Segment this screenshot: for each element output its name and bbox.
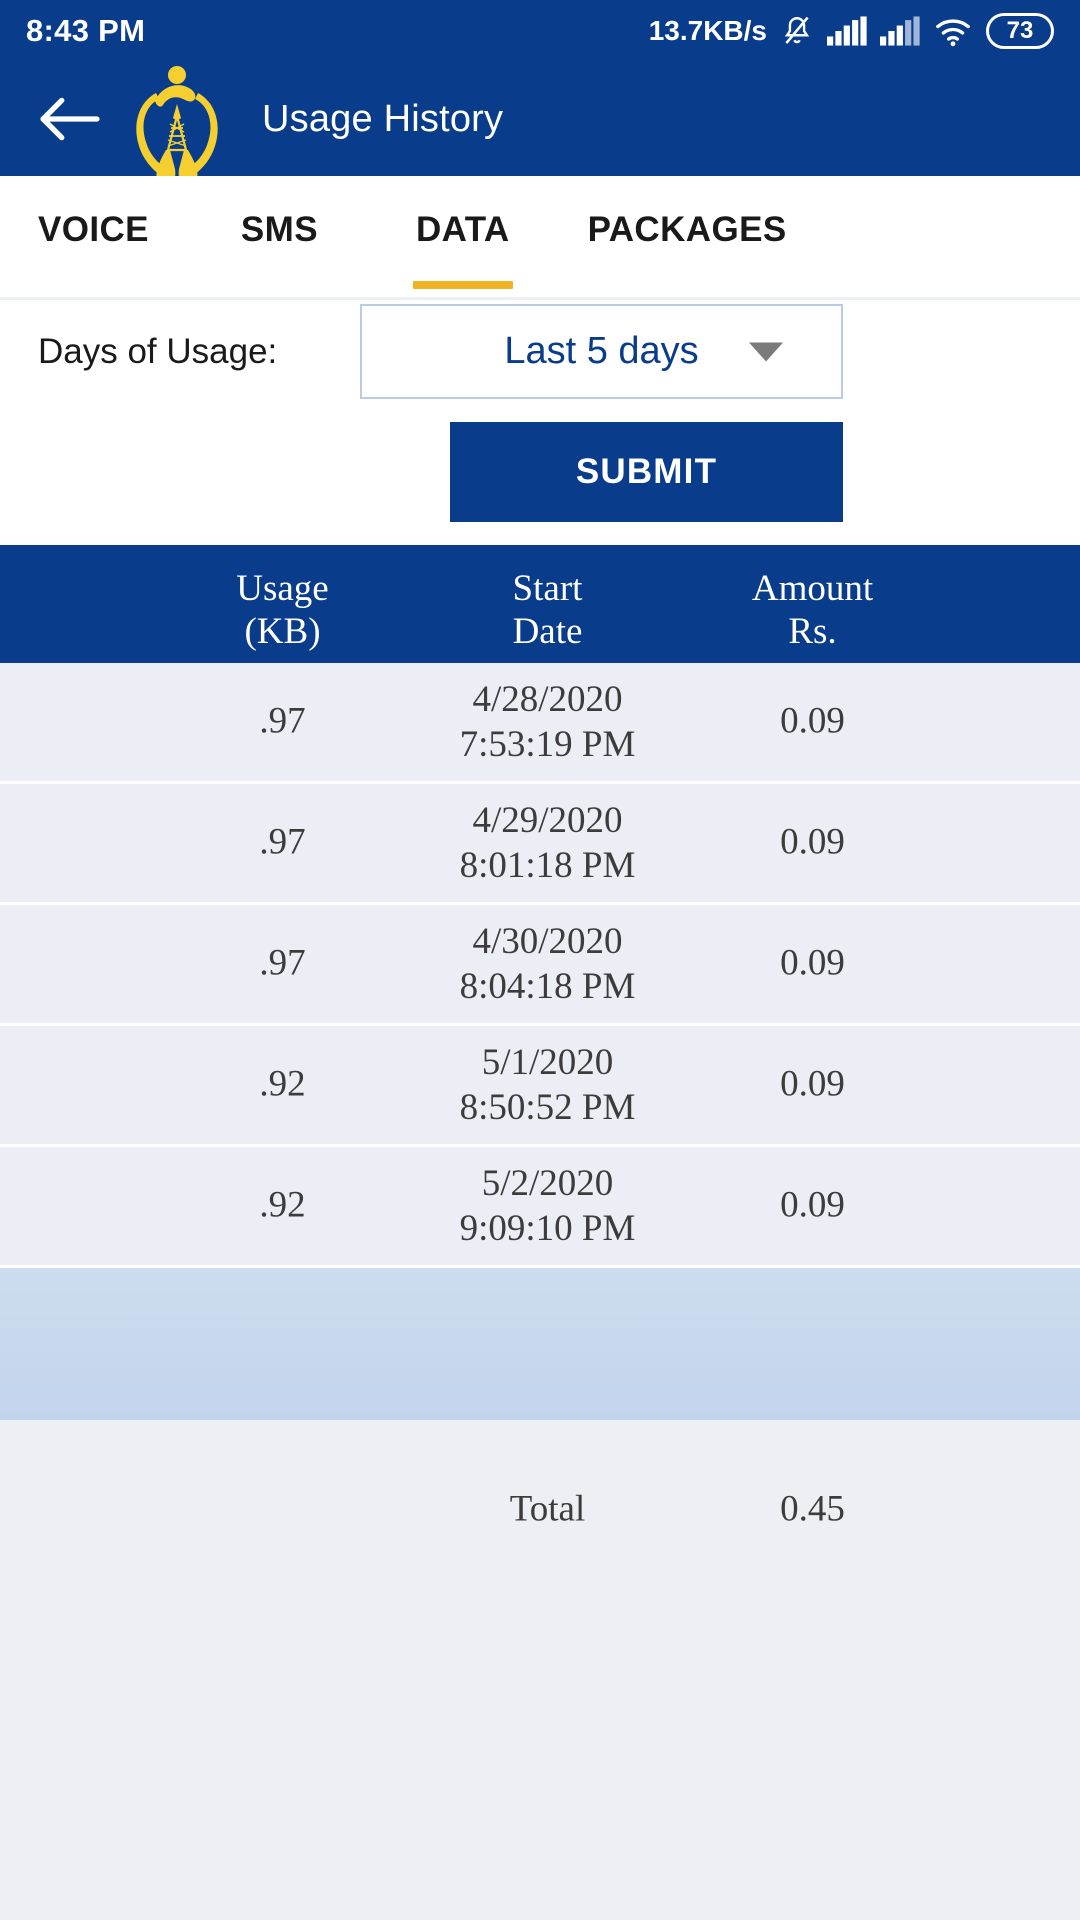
submit-row: SUBMIT [0, 403, 1080, 545]
cell-amount: 0.09 [780, 942, 845, 984]
days-of-usage-select[interactable]: Last 5 days [360, 304, 843, 399]
app-bar: Usage History [0, 62, 1080, 193]
table-row[interactable]: .92 5/1/2020 8:50:52 PM 0.09 [0, 1026, 1080, 1147]
signal-sim1-icon [827, 16, 867, 46]
page-title: Usage History [262, 97, 504, 140]
column-header-usage: Usage (KB) [236, 568, 329, 652]
status-bar-icons: 13.7KB/s 73 [649, 13, 1054, 49]
cell-amount: 0.09 [780, 700, 845, 742]
cell-start-date: 4/28/2020 7:53:19 PM [459, 678, 636, 765]
cell-start-date: 5/2/2020 9:09:10 PM [459, 1162, 636, 1249]
tab-bar: VOICE SMS DATA PACKAGES [0, 176, 1080, 297]
signal-sim2-icon [880, 16, 920, 46]
tab-sms[interactable]: SMS [241, 176, 318, 297]
cell-usage: .97 [259, 942, 306, 984]
cell-start-date: 5/1/2020 8:50:52 PM [459, 1041, 636, 1128]
back-button[interactable] [22, 94, 118, 144]
tab-voice[interactable]: VOICE [38, 176, 149, 297]
cell-usage: .92 [259, 1184, 306, 1226]
table-total-row: Total 0.45 [0, 1420, 1080, 1600]
chevron-down-icon [749, 342, 783, 361]
cell-usage: .97 [259, 700, 306, 742]
table-row[interactable]: .97 4/29/2020 8:01:18 PM 0.09 [0, 784, 1080, 905]
tab-data[interactable]: DATA [412, 176, 513, 297]
cell-amount: 0.09 [780, 1184, 845, 1226]
status-bar: 8:43 PM 13.7KB/s 73 [0, 0, 1080, 62]
cell-start-date: 4/30/2020 8:04:18 PM [459, 920, 636, 1007]
total-amount: 0.45 [780, 1488, 845, 1530]
cell-amount: 0.09 [780, 821, 845, 863]
tab-packages[interactable]: PACKAGES [588, 176, 787, 297]
filter-row: Days of Usage: Last 5 days [0, 300, 1080, 403]
network-speed-indicator: 13.7KB/s [648, 15, 767, 46]
column-header-amount: Amount Rs. [751, 568, 874, 652]
cell-start-date: 4/29/2020 8:01:18 PM [459, 799, 636, 886]
cell-amount: 0.09 [780, 1063, 845, 1105]
telecom-logo-icon [122, 54, 232, 193]
usage-history-screen: 8:43 PM 13.7KB/s 73 Usage History VOICE … [0, 0, 1080, 1920]
bell-muted-icon [784, 16, 810, 44]
battery-level-label: 73 [1006, 17, 1034, 44]
total-label: Total [509, 1488, 586, 1530]
wifi-icon [936, 19, 970, 47]
days-of-usage-value: Last 5 days [504, 330, 699, 372]
table-row[interactable]: .92 5/2/2020 9:09:10 PM 0.09 [0, 1147, 1080, 1268]
battery-icon: 73 [986, 13, 1054, 49]
cell-usage: .92 [259, 1063, 306, 1105]
table-header-row: Usage (KB) Start Date Amount Rs. [0, 545, 1080, 663]
table-row[interactable]: .97 4/28/2020 7:53:19 PM 0.09 [0, 663, 1080, 784]
status-bar-clock: 8:43 PM [26, 13, 146, 48]
selection-band [0, 1268, 1080, 1420]
column-header-start-date: Start Date [512, 568, 583, 652]
days-of-usage-label: Days of Usage: [38, 331, 278, 371]
cell-usage: .97 [259, 821, 306, 863]
submit-button[interactable]: SUBMIT [450, 422, 843, 522]
table-row[interactable]: .97 4/30/2020 8:04:18 PM 0.09 [0, 905, 1080, 1026]
back-arrow-icon [40, 97, 100, 141]
